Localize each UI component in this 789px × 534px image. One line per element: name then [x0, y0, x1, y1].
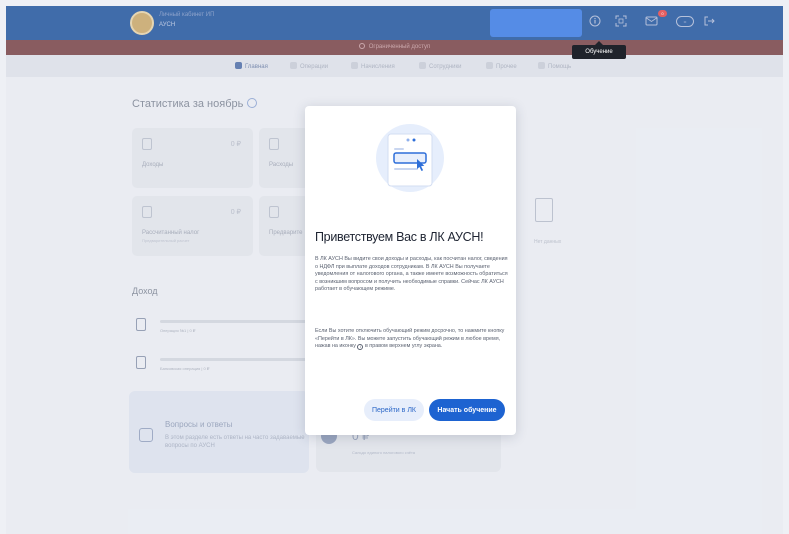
welcome-modal: Приветствуем Вас в ЛК АУСН! В ЛК АУСН Вы… — [305, 106, 516, 435]
tooltip-training: Обучение — [572, 41, 626, 59]
modal-paragraph-2: Если Вы хотите отключить обучающий режим… — [315, 328, 505, 351]
onboarding-illustration-icon — [374, 122, 446, 194]
help-icon: i — [357, 344, 364, 351]
app-window: Личный кабинет ИП АУСН 0 •• Обучение Огр… — [6, 6, 783, 534]
modal-title: Приветствуем Вас в ЛК АУСН! — [315, 230, 484, 244]
modal-paragraph-1: В ЛК АУСН Вы видите свои доходы и расход… — [315, 256, 508, 293]
start-training-button[interactable]: Начать обучение — [429, 399, 505, 421]
go-to-account-button[interactable]: Перейти в ЛК — [364, 399, 424, 421]
